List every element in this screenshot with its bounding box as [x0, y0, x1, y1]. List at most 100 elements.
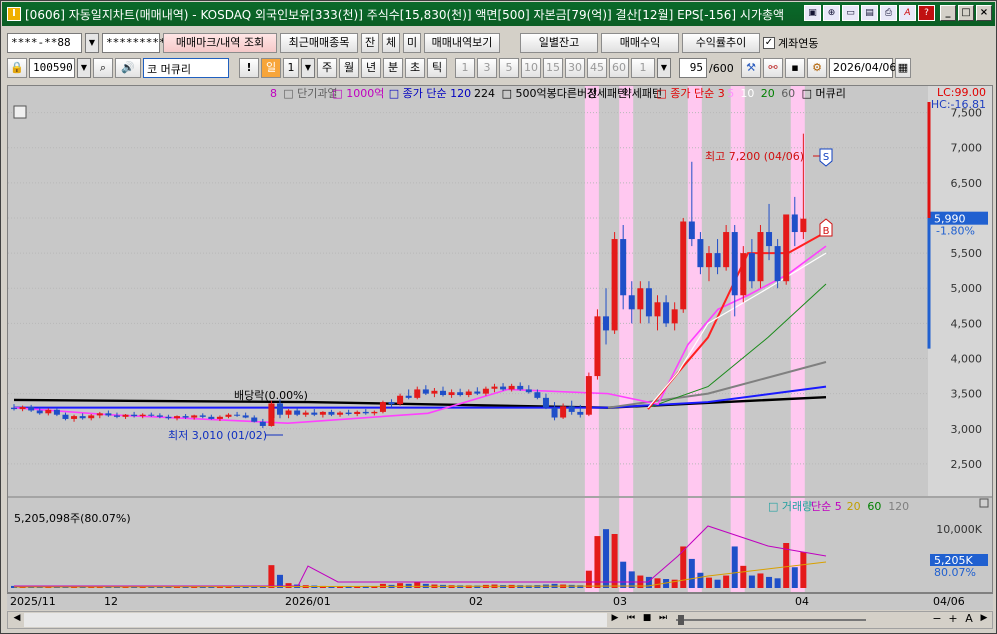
candle-body-72	[628, 295, 635, 310]
period-tick-button[interactable]: 틱	[427, 58, 447, 78]
candle-body-70	[611, 239, 618, 331]
minute-dropdown-icon[interactable]: ▼	[657, 58, 671, 78]
stock-name-field[interactable]: 코 머큐리	[143, 58, 229, 78]
maximize-icon[interactable]: □	[958, 5, 974, 21]
close-icon[interactable]: ×	[976, 5, 992, 21]
stop-icon[interactable]: ■	[640, 613, 654, 627]
filled-button[interactable]: 체	[382, 33, 400, 53]
zoom-in-icon[interactable]: +	[946, 612, 960, 626]
minute-15-button[interactable]: 15	[543, 58, 563, 78]
window-controls: _ □ ×	[940, 5, 992, 21]
price-tick-10: 2,500	[951, 458, 983, 471]
volume-bar-75	[654, 578, 661, 588]
candle-body-24	[216, 416, 223, 419]
volume-panel-close-icon	[979, 498, 989, 508]
account-input[interactable]: ****-**88	[7, 33, 82, 53]
last-icon[interactable]: ⏭	[656, 613, 670, 627]
period-minute-button[interactable]: 분	[383, 58, 403, 78]
calendar-icon[interactable]: ▦	[895, 58, 911, 78]
tools-icon[interactable]: ⚒	[741, 58, 761, 78]
legend-item-12: 60	[781, 87, 795, 100]
text-size-icon[interactable]: A	[962, 612, 976, 626]
lock-icon[interactable]: 🔒	[7, 58, 27, 78]
print-icon[interactable]: ⎙	[880, 5, 897, 21]
alert-button[interactable]: !	[239, 58, 259, 78]
x-label-current: 04/06	[933, 595, 965, 608]
trade-profit-button[interactable]: 매매수익	[601, 33, 679, 53]
monitor-icon[interactable]: ▭	[842, 5, 859, 21]
history-view-button[interactable]: 매매내역보기	[424, 33, 500, 53]
candle-body-69	[603, 316, 610, 331]
font-icon[interactable]: A	[899, 5, 916, 21]
period-daily-button[interactable]: 일	[261, 58, 281, 78]
daily-balance-button[interactable]: 일별잔고	[520, 33, 598, 53]
scroll-right-icon[interactable]: ▶	[608, 613, 622, 627]
candle-body-33	[294, 410, 301, 415]
period-dropdown-icon[interactable]: ▼	[301, 58, 315, 78]
volume-panel-bg	[8, 498, 992, 592]
high-annotation: 최고 7,200 (04/06)	[705, 150, 804, 163]
unfilled-button[interactable]: 미	[403, 33, 421, 53]
stock-code-input[interactable]: 100590	[29, 58, 75, 78]
help-icon[interactable]: ?	[918, 5, 935, 21]
candle-body-0	[11, 407, 17, 410]
account-dropdown-icon[interactable]: ▼	[85, 33, 99, 53]
period-second-button[interactable]: 초	[405, 58, 425, 78]
compare-icon[interactable]: ⚯	[763, 58, 783, 78]
minute-select[interactable]: 1	[631, 58, 655, 78]
candle-body-60	[525, 389, 532, 393]
minute-5-button[interactable]: 5	[499, 58, 519, 78]
password-input[interactable]: *********	[102, 33, 166, 53]
account-link-checkbox[interactable]: ✓	[763, 37, 775, 49]
period-monthly-button[interactable]: 월	[339, 58, 359, 78]
candle-body-77	[671, 309, 678, 324]
bar-count-input[interactable]: 95	[679, 58, 707, 78]
zoom-thumb[interactable]	[678, 615, 684, 625]
speaker-icon[interactable]: 🔊	[115, 58, 141, 78]
candle-body-40	[354, 411, 361, 415]
stock-name: 머큐리	[160, 63, 191, 76]
link-icon[interactable]: ⊕	[823, 5, 840, 21]
minute-30-button[interactable]: 30	[565, 58, 585, 78]
horizontal-scrollbar[interactable]: ◀ ▶ ⏮ ■ ⏭ − + A ▶	[7, 611, 993, 629]
return-trend-button[interactable]: 수익률추이	[682, 33, 760, 53]
volume-bar-83	[723, 575, 730, 588]
minute-1-button[interactable]: 1	[455, 58, 475, 78]
legend-item-0: 8	[270, 87, 277, 100]
legend-item-3: □ 종가 단순 120	[389, 87, 471, 100]
date-input[interactable]: 2026/04/06	[829, 58, 896, 78]
trade-mark-button[interactable]: 매매마크/내역 조회	[163, 33, 277, 53]
window-layout-icon[interactable]: ▣	[804, 5, 821, 21]
scroll-right-end-icon[interactable]: ▶	[978, 613, 990, 627]
recent-items-button[interactable]: 최근매매종목	[280, 33, 358, 53]
candle-body-9	[88, 415, 95, 419]
period-num[interactable]: 1	[283, 58, 299, 78]
candle-body-56	[491, 386, 498, 389]
balance-button[interactable]: 잔	[361, 33, 379, 53]
candle-body-81	[705, 253, 712, 268]
candle-body-25	[225, 414, 232, 417]
save-icon[interactable]: ▪	[785, 58, 805, 78]
period-yearly-button[interactable]: 년	[361, 58, 381, 78]
minimize-icon[interactable]: _	[940, 5, 956, 21]
settings-icon[interactable]: ⚙	[807, 58, 827, 78]
zoom-track[interactable]	[676, 619, 866, 621]
minute-3-button[interactable]: 3	[477, 58, 497, 78]
period-weekly-button[interactable]: 주	[317, 58, 337, 78]
candle-body-63	[551, 407, 558, 418]
minute-60-button[interactable]: 60	[609, 58, 629, 78]
volume-bar-85	[740, 565, 747, 588]
zoom-out-icon[interactable]: −	[930, 612, 944, 626]
minute-10-button[interactable]: 10	[521, 58, 541, 78]
price-volume-chart[interactable]: 7,5007,0006,5006,0005,5005,0004,5004,000…	[8, 86, 992, 592]
minute-45-button[interactable]: 45	[587, 58, 607, 78]
tile-icon[interactable]: ▤	[861, 5, 878, 21]
chart-area[interactable]: 7,5007,0006,5006,0005,5005,0004,5004,000…	[7, 85, 993, 593]
scroll-track[interactable]	[24, 613, 607, 627]
first-icon[interactable]: ⏮	[624, 613, 638, 627]
scroll-left-icon[interactable]: ◀	[10, 613, 24, 627]
code-dropdown-icon[interactable]: ▼	[77, 58, 91, 78]
candle-body-67	[585, 376, 592, 415]
search-icon[interactable]: ⌕	[93, 58, 113, 78]
candle-body-41	[362, 411, 369, 414]
